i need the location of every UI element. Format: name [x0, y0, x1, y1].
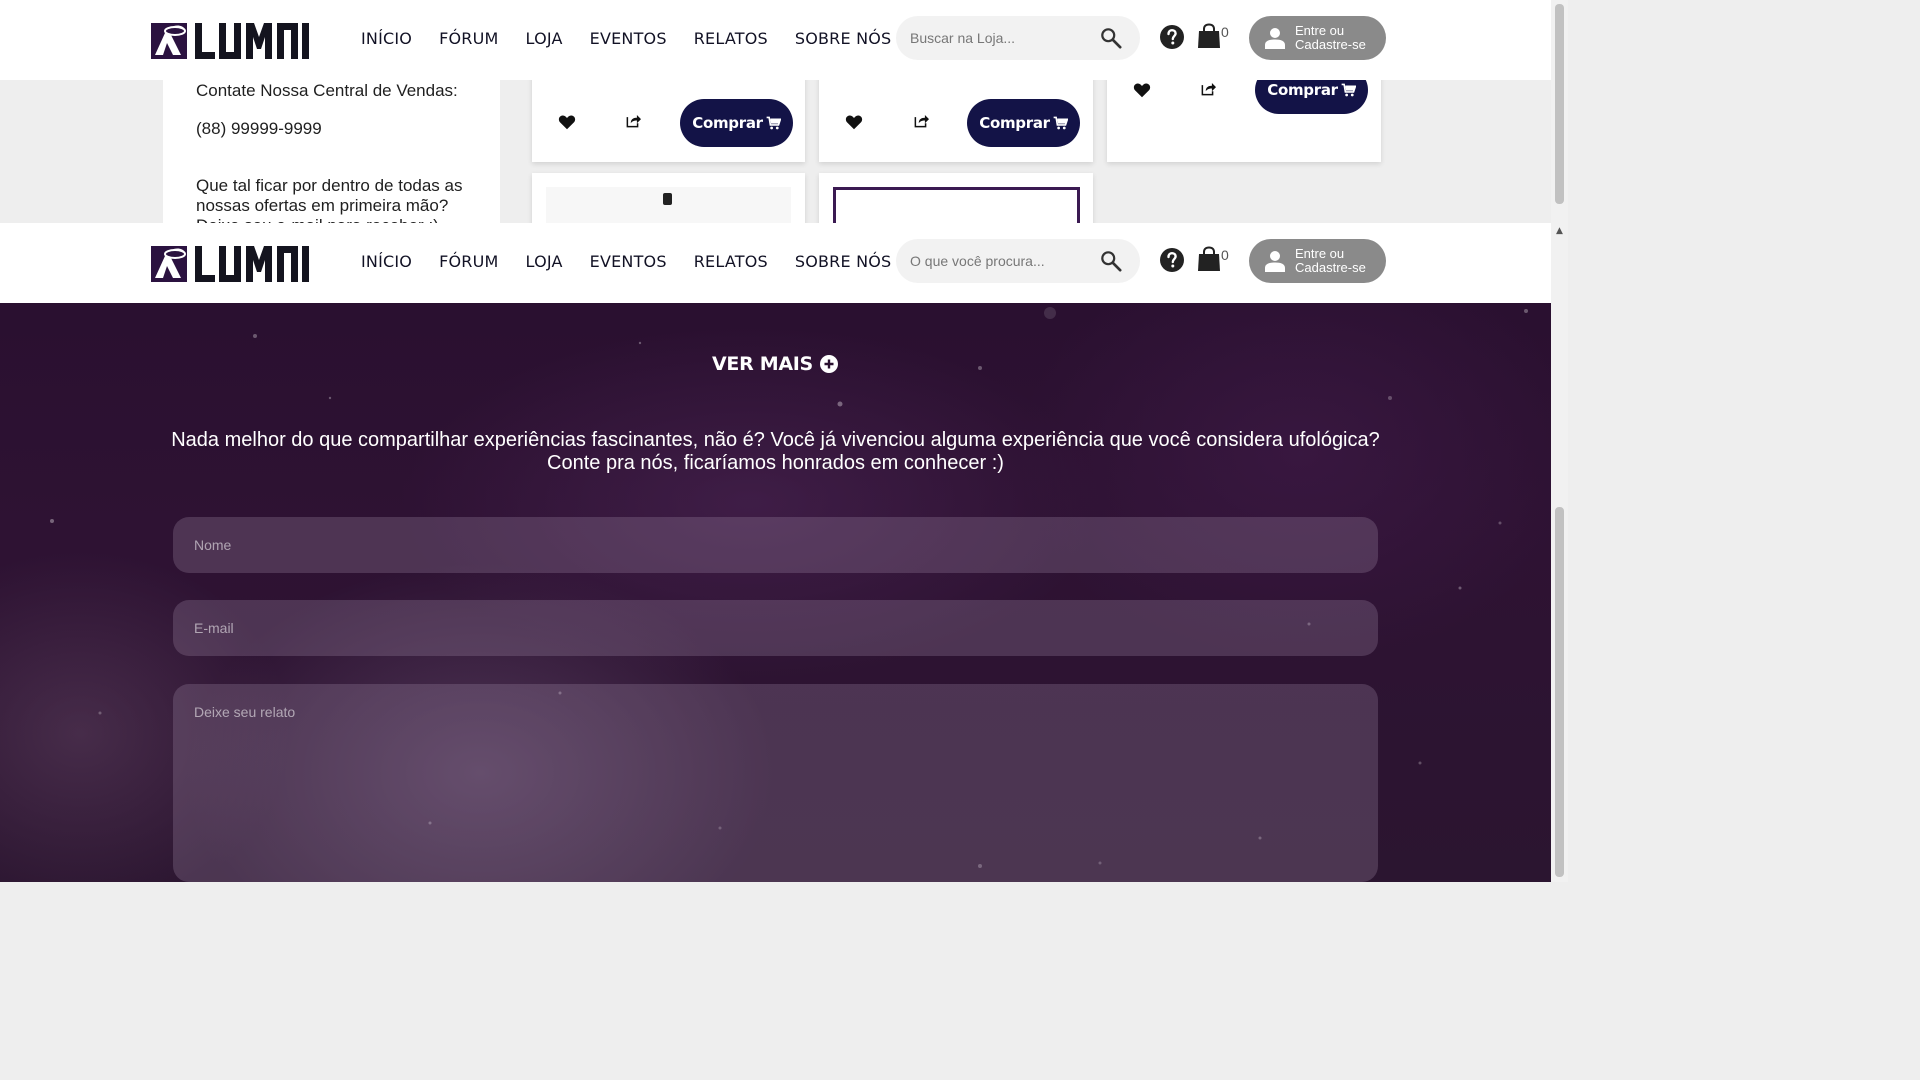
logo[interactable]: [151, 242, 309, 284]
search-box: [896, 239, 1140, 283]
search-box: [896, 16, 1140, 60]
scrollbar-thumb[interactable]: [1555, 4, 1564, 204]
see-more-link[interactable]: VER MAIS: [712, 353, 838, 375]
login-signup-label: Entre ou Cadastre-se: [1295, 246, 1366, 275]
heart-icon[interactable]: [1133, 82, 1151, 98]
search-icon[interactable]: [1100, 250, 1122, 272]
product-thumbnail: [663, 193, 672, 205]
help-icon[interactable]: [1160, 248, 1184, 272]
nav-eventos[interactable]: EVENTOS: [590, 252, 667, 271]
logo-ufo-icon: [151, 246, 187, 282]
nav-inicio[interactable]: INÍCIO: [361, 29, 412, 48]
help-icon[interactable]: [1160, 25, 1184, 49]
nav-relatos[interactable]: RELATOS: [694, 29, 768, 48]
buy-button-label: Comprar: [1267, 81, 1338, 99]
login-signup-button[interactable]: Entre ou Cadastre-se: [1249, 16, 1386, 60]
nav-eventos[interactable]: EVENTOS: [590, 29, 667, 48]
share-icon[interactable]: [1200, 81, 1217, 96]
site-header: INÍCIO FÓRUM LOJA EVENTOS RELATOS SOBRE …: [0, 223, 1551, 303]
nav-sobre-nos[interactable]: SOBRE NÓS: [795, 252, 892, 271]
product-card: [819, 173, 1093, 223]
contact-label: Contate Nossa Central de Vendas:: [196, 81, 458, 100]
scrollbar-bottom[interactable]: ▲: [1551, 223, 1568, 882]
buy-button-label: Comprar: [692, 114, 763, 132]
upper-viewport: Contate Nossa Central de Vendas: (88) 99…: [0, 0, 1551, 223]
phone-number[interactable]: (88) 99999-9999: [196, 119, 322, 139]
nav-loja[interactable]: LOJA: [526, 29, 563, 48]
nav-forum[interactable]: FÓRUM: [439, 252, 498, 271]
share-icon[interactable]: [625, 113, 642, 128]
logo-ufo-icon: [151, 23, 187, 59]
user-icon: [1265, 28, 1285, 49]
site-header: INÍCIO FÓRUM LOJA EVENTOS RELATOS SOBRE …: [0, 0, 1551, 80]
email-input[interactable]: [173, 600, 1378, 656]
screenshot: Contate Nossa Central de Vendas: (88) 99…: [0, 0, 1568, 882]
shopping-bag-icon[interactable]: [1197, 23, 1221, 49]
cart-count: 0: [1221, 247, 1229, 263]
logo[interactable]: [151, 19, 309, 61]
shopping-bag-icon[interactable]: [1197, 246, 1221, 272]
relato-textarea[interactable]: [173, 684, 1378, 882]
search-input[interactable]: [910, 250, 1090, 272]
product-card: [532, 173, 805, 223]
buy-button-label: Comprar: [979, 114, 1050, 132]
nav-relatos[interactable]: RELATOS: [694, 252, 768, 271]
product-image-frame[interactable]: [833, 187, 1080, 223]
search-input[interactable]: [910, 27, 1090, 49]
scroll-up-arrow-icon[interactable]: ▲: [1551, 223, 1568, 240]
scrollbar-thumb[interactable]: [1555, 507, 1564, 877]
cart-icon: [1341, 83, 1356, 97]
relatos-section: VER MAIS Nada melhor do que compartilhar…: [0, 303, 1551, 882]
heart-icon[interactable]: [845, 114, 863, 130]
cart-count: 0: [1221, 24, 1229, 40]
nav-inicio[interactable]: INÍCIO: [361, 252, 412, 271]
login-signup-label: Entre ou Cadastre-se: [1295, 23, 1366, 52]
cart-icon: [766, 116, 781, 130]
nav-forum[interactable]: FÓRUM: [439, 29, 498, 48]
user-icon: [1265, 251, 1285, 272]
product-image[interactable]: [546, 187, 791, 223]
newsletter-promo-text: Que tal ficar por dentro de todas as nos…: [196, 176, 463, 223]
relatos-invite-text: Nada melhor do que compartilhar experiên…: [171, 429, 1380, 474]
main-nav: INÍCIO FÓRUM LOJA EVENTOS RELATOS SOBRE …: [361, 29, 918, 48]
cart-icon: [1053, 116, 1068, 130]
buy-button[interactable]: Comprar: [967, 99, 1080, 147]
main-nav: INÍCIO FÓRUM LOJA EVENTOS RELATOS SOBRE …: [361, 252, 918, 271]
nav-loja[interactable]: LOJA: [526, 252, 563, 271]
scrollbar-top[interactable]: [1551, 0, 1568, 223]
login-signup-button[interactable]: Entre ou Cadastre-se: [1249, 239, 1386, 283]
buy-button[interactable]: Comprar: [680, 99, 793, 147]
nav-sobre-nos[interactable]: SOBRE NÓS: [795, 29, 892, 48]
lower-viewport: VER MAIS Nada melhor do que compartilhar…: [0, 223, 1551, 882]
plus-circle-icon: [819, 355, 838, 373]
search-icon[interactable]: [1100, 27, 1122, 49]
heart-icon[interactable]: [558, 114, 576, 130]
name-input[interactable]: [173, 517, 1378, 573]
see-more-label: VER MAIS: [712, 353, 813, 375]
share-icon[interactable]: [913, 113, 930, 128]
